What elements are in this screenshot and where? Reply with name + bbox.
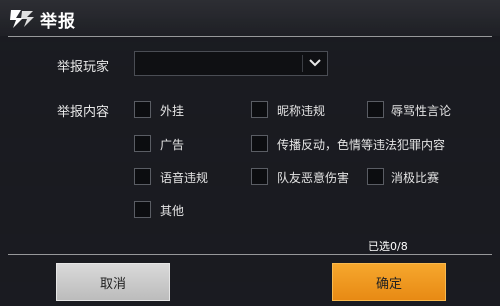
checkbox-label-abusive-speech: 辱骂性言论 — [391, 104, 452, 118]
checkbox-label-other: 其他 — [160, 204, 185, 218]
game-logo-icon — [10, 10, 34, 28]
dialog-header: 举报 — [0, 0, 500, 36]
checkbox-nickname-violation[interactable] — [251, 101, 268, 118]
checkbox-label-illegal-content: 传播反动，色情等违法犯罪内容 — [277, 138, 446, 152]
checkbox-voice-violation[interactable] — [134, 168, 151, 185]
checkbox-label-cheat: 外挂 — [160, 104, 185, 118]
report-content-label: 举报内容 — [57, 105, 110, 120]
checkbox-other[interactable] — [134, 201, 151, 218]
checkbox-teammate-harm[interactable] — [251, 168, 268, 185]
checkbox-label-advertising: 广告 — [160, 138, 185, 152]
confirm-button[interactable]: 确定 — [332, 263, 446, 301]
checkbox-label-voice-violation: 语音违规 — [160, 171, 209, 185]
report-player-label: 举报玩家 — [57, 60, 110, 75]
report-dialog: 举报 举报玩家 举报内容 外挂 昵称违规 辱骂性言论 广告 传播反动，色情等违法… — [0, 0, 500, 306]
chevron-down-icon[interactable] — [309, 58, 321, 68]
checkbox-advertising[interactable] — [134, 135, 151, 152]
checkbox-label-passive-play: 消极比赛 — [391, 171, 440, 185]
selected-count: 已选0/8 — [368, 240, 408, 253]
select-separator — [302, 55, 303, 72]
cancel-button[interactable]: 取消 — [56, 263, 170, 301]
checkbox-label-nickname-violation: 昵称违规 — [277, 104, 326, 118]
checkbox-abusive-speech[interactable] — [367, 101, 384, 118]
cancel-button-label: 取消 — [99, 276, 126, 292]
checkbox-label-teammate-harm: 队友恶意伤害 — [277, 171, 350, 185]
checkbox-passive-play[interactable] — [367, 168, 384, 185]
confirm-button-label: 确定 — [375, 276, 402, 292]
report-player-select[interactable] — [134, 51, 328, 76]
header-divider — [8, 36, 492, 37]
footer-divider — [8, 254, 492, 255]
dialog-title: 举报 — [40, 12, 76, 32]
checkbox-cheat[interactable] — [134, 101, 151, 118]
checkbox-illegal-content[interactable] — [251, 135, 268, 152]
